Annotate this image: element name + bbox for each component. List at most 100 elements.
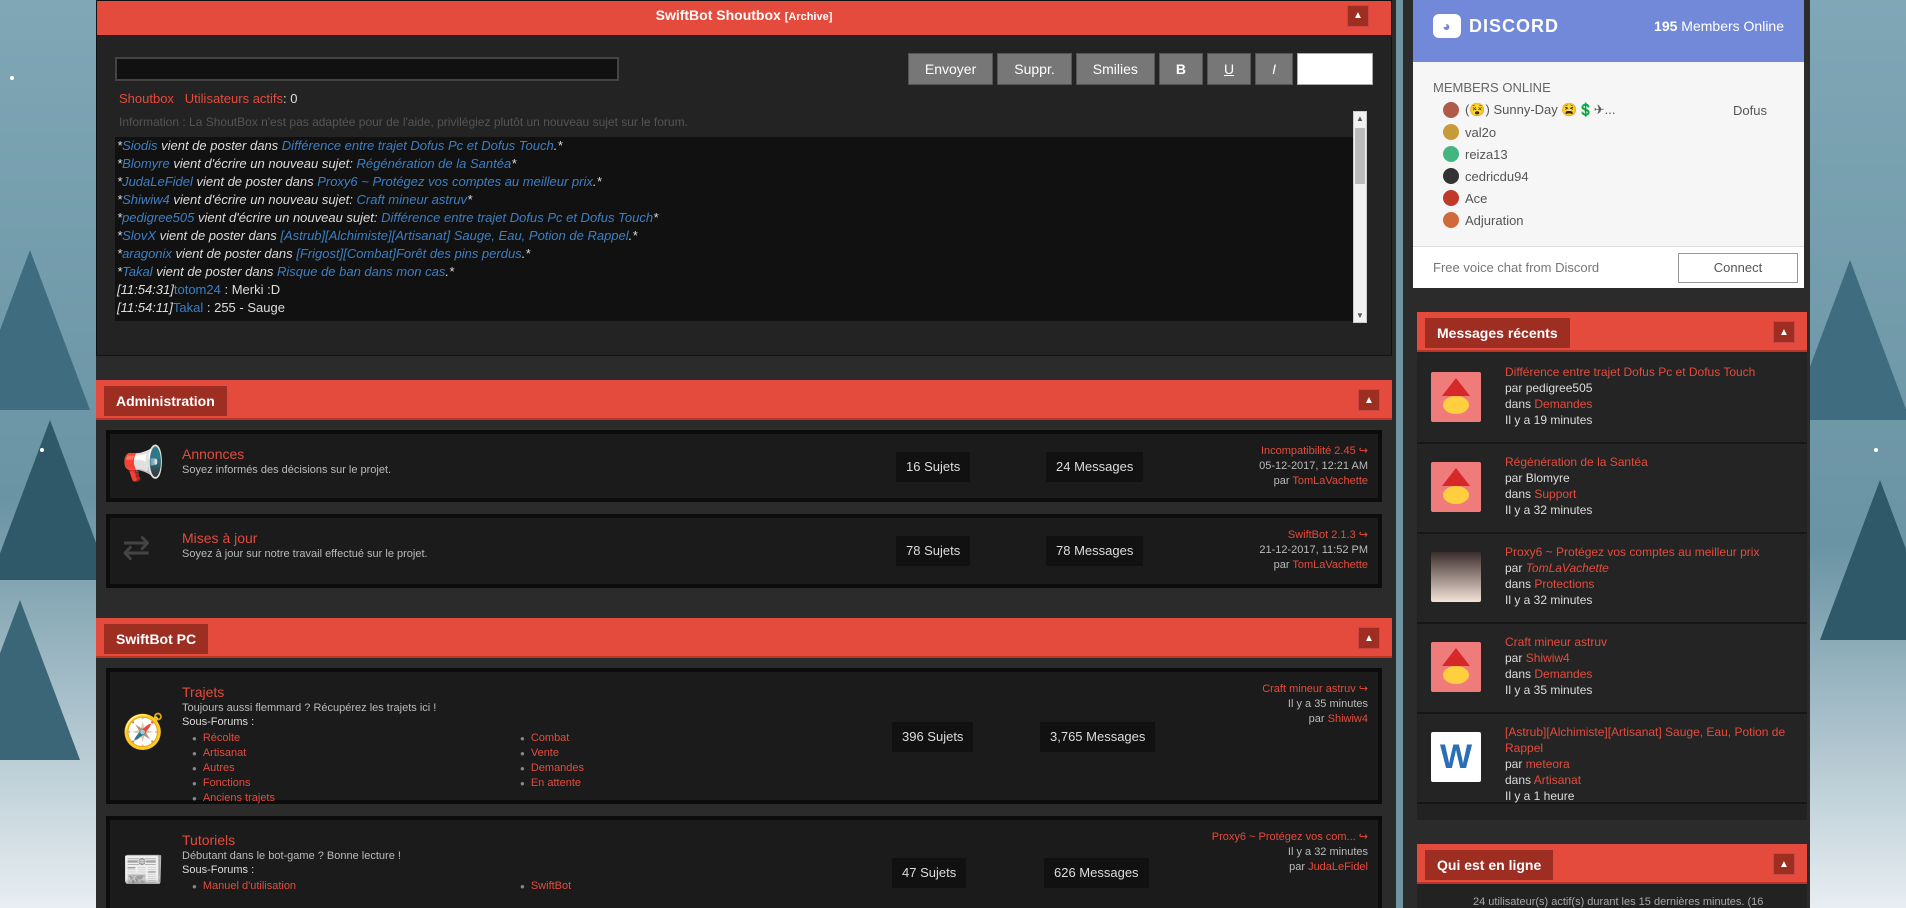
subforum-link[interactable]: SwiftBot — [520, 879, 571, 894]
subforum-link[interactable]: Artisanat — [192, 746, 275, 761]
online-title[interactable]: Qui est en ligne — [1425, 850, 1554, 880]
subforum-link[interactable]: En attente — [520, 776, 584, 791]
recent-author[interactable]: meteora — [1526, 757, 1570, 771]
shoutbox-archive-link[interactable]: [Archive] — [785, 11, 833, 23]
scroll-down-icon[interactable]: ▼ — [1356, 311, 1364, 320]
subforum-link[interactable]: Autres — [192, 761, 275, 776]
underline-button[interactable]: U — [1206, 53, 1252, 85]
scroll-up-icon[interactable]: ▲ — [1356, 114, 1364, 123]
recent-forum-link[interactable]: Artisanat — [1534, 773, 1581, 787]
shout-topic-link[interactable]: Proxy6 ~ Protégez vos comptes au meilleu… — [317, 174, 593, 189]
last-post-author[interactable]: JudaLeFidel — [1308, 861, 1368, 873]
smilies-button[interactable]: Smilies — [1075, 53, 1155, 85]
collapse-icon[interactable]: ▲ — [1358, 627, 1380, 649]
recent-author[interactable]: Shiwiw4 — [1526, 651, 1570, 665]
forum-name[interactable]: Tutoriels — [182, 832, 235, 848]
recent-author[interactable]: TomLaVachette — [1526, 561, 1609, 575]
shout-user-link[interactable]: JudaLeFidel — [122, 174, 193, 189]
chat-user-link[interactable]: Takal — [173, 300, 203, 315]
recent-forum-link[interactable]: Support — [1534, 487, 1576, 501]
anime-avatar-avatar[interactable] — [1431, 552, 1481, 602]
last-post: Proxy6 ~ Protégez vos com... ↪ Il y a 32… — [1212, 830, 1368, 875]
bold-button[interactable]: B — [1158, 53, 1203, 85]
discord-member[interactable]: Ace — [1443, 190, 1487, 206]
forum-name[interactable]: Mises à jour — [182, 530, 257, 546]
last-post-by-prefix: par — [1289, 861, 1309, 873]
shoutbox-label[interactable]: Shoutbox — [119, 91, 174, 106]
subforum-link[interactable]: Vente — [520, 746, 584, 761]
shout-user-link[interactable]: aragonix — [122, 246, 172, 261]
shout-topic-link[interactable]: [Frigost][Combat]Forêt des pins perdus — [296, 246, 521, 261]
connect-button[interactable]: Connect — [1678, 253, 1798, 283]
discord-member[interactable]: reiza13 — [1443, 146, 1508, 162]
shout-topic-link[interactable]: Régénération de la Santéa — [357, 156, 512, 171]
last-post-title[interactable]: Proxy6 ~ Protégez vos com... — [1212, 831, 1356, 843]
recent-topic-link[interactable]: [Astrub][Alchimiste][Artisanat] Sauge, E… — [1505, 724, 1800, 756]
shout-user-link[interactable]: Blomyre — [122, 156, 170, 171]
discord-logo[interactable]: ◕ DISCORD — [1433, 14, 1559, 38]
category-title[interactable]: SwiftBot PC — [104, 624, 209, 654]
discord-member[interactable]: (😵) Sunny-Day 😫💲✈... Dofus — [1443, 102, 1767, 118]
send-button[interactable]: Envoyer — [907, 53, 994, 85]
subforum-link[interactable]: Combat — [520, 731, 584, 746]
discord-member[interactable]: val2o — [1443, 124, 1496, 140]
santa-chick-avatar[interactable] — [1431, 642, 1481, 692]
shout-topic-link[interactable]: Risque de ban dans mon cas — [277, 264, 445, 279]
recent-topic-link[interactable]: Différence entre trajet Dofus Pc et Dofu… — [1505, 364, 1800, 380]
discord-member[interactable]: Adjuration — [1443, 212, 1524, 228]
goto-post-icon[interactable]: ↪ — [1359, 831, 1368, 843]
shoutbox-info: Information : La ShoutBox n'est pas adap… — [119, 115, 688, 129]
shout-topic-link[interactable]: Craft mineur astruv — [357, 192, 468, 207]
chat-user-link[interactable]: totom24 — [174, 282, 221, 297]
collapse-icon[interactable]: ▲ — [1347, 5, 1369, 27]
shout-topic-link[interactable]: Différence entre trajet Dofus Pc et Dofu… — [381, 210, 653, 225]
delete-button[interactable]: Suppr. — [997, 53, 1072, 85]
subforum-link[interactable]: Fonctions — [192, 776, 275, 791]
recent-title[interactable]: Messages récents — [1425, 318, 1570, 348]
last-post-title[interactable]: Craft mineur astruv — [1262, 683, 1356, 695]
last-post-title[interactable]: Incompatibilité 2.45 — [1261, 445, 1356, 457]
collapse-icon[interactable]: ▲ — [1358, 389, 1380, 411]
shout-user-link[interactable]: pedigree505 — [122, 210, 194, 225]
subforum-link[interactable]: Manuel d'utilisation — [192, 879, 296, 894]
goto-post-icon[interactable]: ↪ — [1359, 683, 1368, 695]
collapse-icon[interactable]: ▲ — [1773, 321, 1795, 343]
shout-user-link[interactable]: Shiwiw4 — [122, 192, 170, 207]
w-logo-avatar[interactable]: W — [1431, 732, 1481, 782]
recent-topic-link[interactable]: Proxy6 ~ Protégez vos comptes au meilleu… — [1505, 544, 1800, 560]
last-post-author[interactable]: TomLaVachette — [1292, 559, 1368, 571]
recent-topic-link[interactable]: Craft mineur astruv — [1505, 634, 1800, 650]
forum-name[interactable]: Annonces — [182, 446, 244, 462]
recent-topic-link[interactable]: Régénération de la Santéa — [1505, 454, 1800, 470]
subforum-link[interactable]: Récolte — [192, 731, 275, 746]
active-users-label[interactable]: Utilisateurs actifs — [185, 91, 283, 106]
recent-author[interactable]: Blomyre — [1526, 471, 1570, 485]
subforum-link[interactable]: Demandes — [520, 761, 584, 776]
shout-topic-link[interactable]: Différence entre trajet Dofus Pc et Dofu… — [282, 138, 554, 153]
collapse-icon[interactable]: ▲ — [1773, 853, 1795, 875]
goto-post-icon[interactable]: ↪ — [1359, 445, 1368, 457]
shoutbox-scrollbar[interactable]: ▲ ▼ — [1353, 111, 1367, 323]
scroll-thumb[interactable] — [1355, 128, 1365, 184]
recent-forum-link[interactable]: Demandes — [1534, 397, 1592, 411]
recent-forum-link[interactable]: Demandes — [1534, 667, 1592, 681]
goto-post-icon[interactable]: ↪ — [1359, 529, 1368, 541]
subforum-link[interactable]: Anciens trajets — [192, 791, 275, 806]
santa-chick-avatar[interactable] — [1431, 462, 1481, 512]
shout-topic-link[interactable]: [Astrub][Alchimiste][Artisanat] Sauge, E… — [280, 228, 628, 243]
color-picker-button[interactable] — [1297, 53, 1373, 85]
recent-author[interactable]: pedigree505 — [1526, 381, 1593, 395]
santa-chick-avatar[interactable] — [1431, 372, 1481, 422]
last-post-title[interactable]: SwiftBot 2.1.3 — [1288, 529, 1356, 541]
shout-message-input[interactable] — [115, 57, 619, 81]
italic-button[interactable]: I — [1255, 53, 1293, 85]
last-post-author[interactable]: Shiwiw4 — [1328, 713, 1368, 725]
shout-user-link[interactable]: Siodis — [122, 138, 157, 153]
forum-name[interactable]: Trajets — [182, 684, 224, 700]
category-title[interactable]: Administration — [104, 386, 227, 416]
shout-user-link[interactable]: Takal — [122, 264, 153, 279]
shout-user-link[interactable]: SlovX — [122, 228, 156, 243]
discord-member[interactable]: cedricdu94 — [1443, 168, 1529, 184]
recent-forum-link[interactable]: Protections — [1534, 577, 1594, 591]
last-post-author[interactable]: TomLaVachette — [1292, 475, 1368, 487]
